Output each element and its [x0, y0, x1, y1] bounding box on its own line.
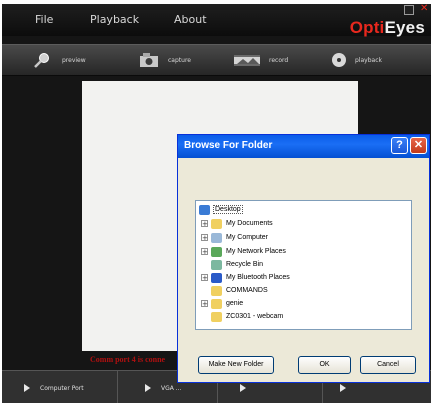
dialog-close-button[interactable]: ✕ [410, 137, 427, 154]
cancel-button[interactable]: Cancel [360, 356, 416, 374]
record-label: record [269, 56, 289, 64]
tree-item-label: genie [226, 300, 244, 307]
port-button-3[interactable] [240, 384, 256, 392]
tree-item-my-network-places[interactable]: My Network Places [211, 245, 286, 258]
bluetooth-icon [211, 272, 222, 283]
expand-icon[interactable]: + [201, 300, 208, 308]
expand-icon[interactable]: + [201, 220, 208, 228]
vga-port-label: VGA ... [161, 384, 182, 392]
arrow-right-icon [24, 384, 30, 392]
tree-item-commands[interactable]: COMMANDS [211, 284, 268, 297]
desktop-icon [199, 204, 210, 215]
film-icon [233, 52, 261, 68]
folder-icon [211, 311, 222, 322]
tree-item-label: My Computer [226, 234, 269, 241]
vga-port-button[interactable]: VGA ... [145, 384, 182, 392]
computer-icon [211, 232, 222, 243]
computer-port-button[interactable]: Computer Port [24, 384, 84, 392]
tree-item-label: ZC0301 - webcam [226, 313, 284, 320]
recycle-bin-icon [211, 259, 222, 270]
playback-button[interactable]: playback [331, 45, 382, 75]
preview-button[interactable]: preview [32, 45, 86, 75]
magnifier-icon [32, 52, 54, 68]
tree-item-my-bluetooth-places[interactable]: My Bluetooth Places [211, 271, 290, 284]
expand-icon[interactable]: + [201, 274, 208, 282]
optieyes-logo: OptiEyes [349, 18, 425, 37]
tree-item-recycle-bin[interactable]: Recycle Bin [211, 258, 263, 271]
help-button[interactable]: ? [391, 137, 408, 154]
tree-item-desktop[interactable]: Desktop [199, 203, 243, 216]
tree-item-genie[interactable]: genie [211, 297, 243, 310]
tree-item-label: COMMANDS [226, 287, 268, 294]
divider [117, 371, 118, 403]
tree-item-zc0301-webcam[interactable]: ZC0301 - webcam [211, 310, 283, 323]
ok-button[interactable]: OK [298, 356, 351, 374]
tree-item-my-documents[interactable]: My Documents [211, 217, 273, 230]
tree-item-my-computer[interactable]: My Computer [211, 231, 268, 244]
arrow-right-icon [340, 384, 346, 392]
capture-label: capture [168, 56, 191, 64]
computer-port-label: Computer Port [40, 384, 84, 392]
expand-icon[interactable]: + [201, 234, 208, 242]
playback-label: playback [355, 56, 382, 64]
arrow-right-icon [145, 384, 151, 392]
browse-for-folder-dialog: Browse For Folder ? ✕ Desktop + My Docum… [177, 134, 430, 383]
port-button-4[interactable] [340, 384, 356, 392]
record-button[interactable]: record [233, 45, 288, 75]
folder-icon [211, 298, 222, 309]
menu-about[interactable]: About [174, 13, 207, 26]
disc-icon [331, 52, 347, 68]
minimize-icon[interactable] [404, 5, 414, 15]
tree-item-label: My Network Places [226, 248, 286, 255]
connection-status: Comm port 4 is conne [90, 355, 166, 364]
network-icon [211, 246, 222, 257]
dialog-titlebar[interactable]: Browse For Folder ? ✕ [178, 135, 429, 158]
toolbar: preview capture record playback [2, 44, 431, 76]
tree-item-label: Recycle Bin [226, 261, 263, 268]
preview-label: preview [62, 56, 86, 64]
menu-playback[interactable]: Playback [90, 13, 139, 26]
menu-bar: File Playback About ✕ OptiEyes [2, 4, 431, 37]
tree-item-label: Desktop [213, 205, 243, 214]
folder-icon [211, 285, 222, 296]
tree-item-label: My Documents [226, 220, 273, 227]
close-icon[interactable]: ✕ [420, 4, 428, 14]
arrow-right-icon [240, 384, 246, 392]
make-new-folder-button[interactable]: Make New Folder [198, 356, 274, 374]
tree-item-label: My Bluetooth Places [226, 274, 290, 281]
camera-icon [138, 52, 160, 68]
capture-button[interactable]: capture [138, 45, 191, 75]
folder-icon [211, 218, 222, 229]
expand-icon[interactable]: + [201, 248, 208, 256]
menu-file[interactable]: File [35, 13, 53, 26]
folder-tree[interactable]: Desktop + My Documents + My Computer + M… [195, 200, 412, 330]
dialog-title: Browse For Folder [184, 140, 273, 151]
